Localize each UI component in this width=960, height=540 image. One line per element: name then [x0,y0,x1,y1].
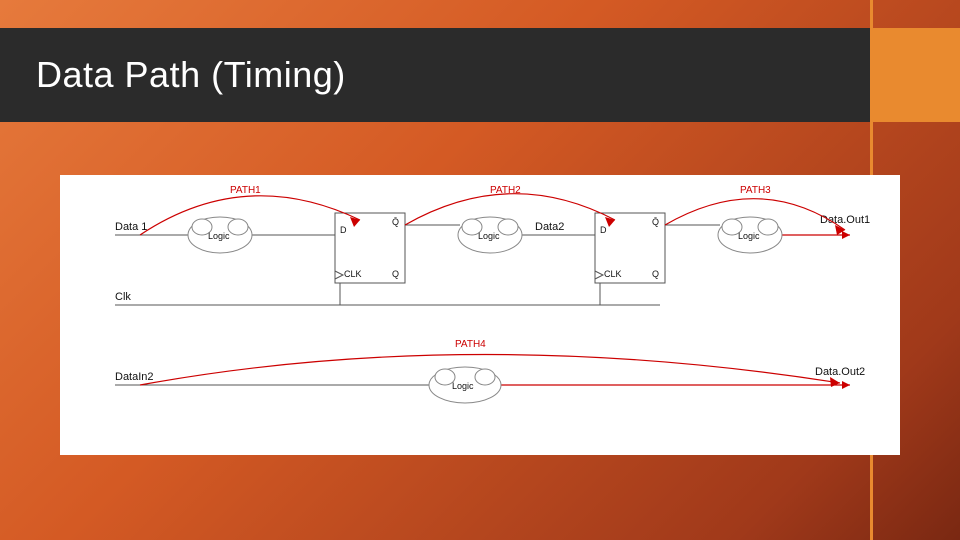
svg-text:CLK: CLK [604,269,622,279]
svg-text:Q: Q [392,269,399,279]
label-path4: PATH4 [455,339,486,350]
flipflop-1: D Q̄ Q CLK [335,213,405,283]
svg-text:D: D [340,225,347,235]
svg-text:Q: Q [652,269,659,279]
logic-cloud-3: Logic [718,217,782,253]
label-path2: PATH2 [490,185,521,196]
logic-cloud-4: Logic [429,367,501,403]
svg-text:Logic: Logic [478,231,500,241]
label-data2: Data2 [535,221,564,233]
slide: Data Path (Timing) Data 1 Data2 Data.Out… [0,0,960,540]
diagram-figure: Data 1 Data2 Data.Out1 Clk DataIn2 [60,175,900,455]
label-clk: Clk [115,291,131,303]
label-dataout2: Data.Out2 [815,366,865,378]
svg-text:Logic: Logic [738,231,760,241]
label-data1: Data 1 [115,221,147,233]
logic-cloud-1: Logic [188,217,252,253]
svg-text:Q̄: Q̄ [392,217,399,227]
label-path1: PATH1 [230,185,261,196]
timing-diagram: Data 1 Data2 Data.Out1 Clk DataIn2 [60,175,900,455]
svg-text:D: D [600,225,607,235]
label-path3: PATH3 [740,185,771,196]
svg-text:Logic: Logic [208,231,230,241]
accent-block [870,28,960,122]
label-dataout1: Data.Out1 [820,214,870,226]
svg-text:CLK: CLK [344,269,362,279]
title-bar: Data Path (Timing) [0,28,870,122]
slide-title: Data Path (Timing) [36,54,346,96]
flipflop-2: D Q̄ Q CLK [595,213,665,283]
label-datain2: DataIn2 [115,371,154,383]
svg-text:Logic: Logic [452,381,474,391]
logic-cloud-2: Logic [458,217,522,253]
svg-text:Q̄: Q̄ [652,217,659,227]
